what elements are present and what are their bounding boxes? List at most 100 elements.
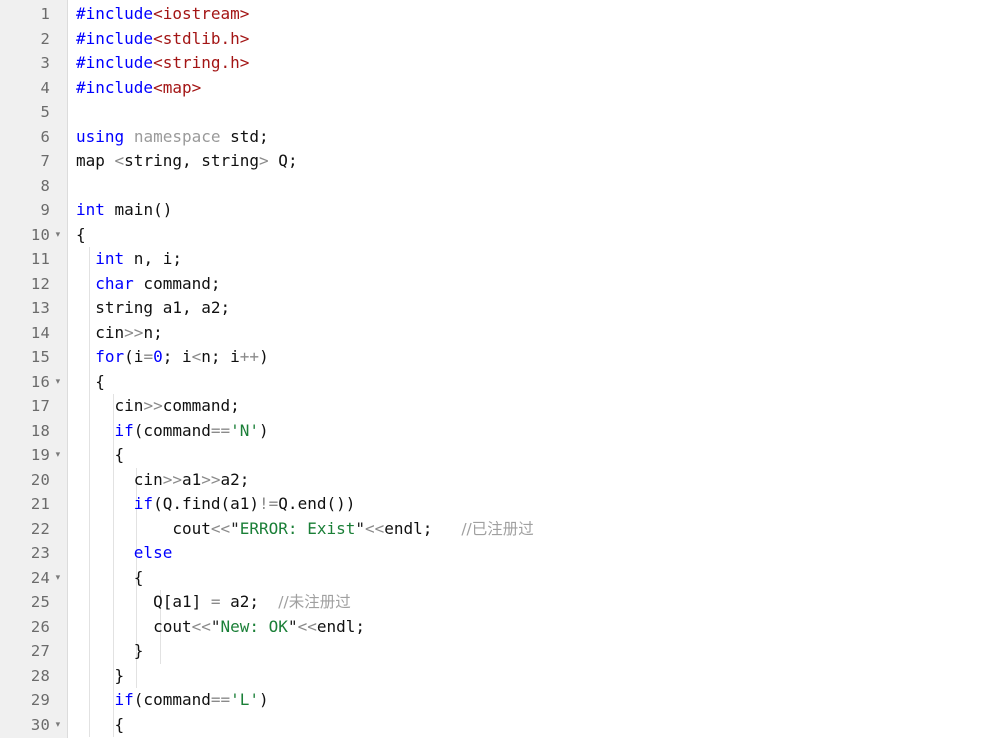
code-token-op: >> — [201, 469, 221, 489]
code-token-plain: string, string — [124, 151, 260, 170]
code-token-plain: (Q.find(a1) — [153, 494, 260, 513]
line-number[interactable]: 1 — [0, 2, 67, 27]
code-line[interactable]: string a1, a2; — [76, 296, 997, 321]
line-number[interactable]: 6 — [0, 125, 67, 150]
line-number[interactable]: 30 ▾ — [0, 713, 67, 738]
code-line[interactable]: else — [76, 541, 997, 566]
line-number-text: 24 — [30, 568, 50, 587]
line-number-text: 25 — [30, 593, 50, 611]
line-number[interactable]: 13 — [0, 296, 67, 321]
code-token-op: ++ — [239, 347, 260, 366]
code-token-plain: Q; — [268, 151, 298, 170]
code-token-plain: cin — [76, 322, 125, 342]
line-number[interactable]: 19 ▾ — [0, 443, 67, 468]
code-line[interactable]: if(command=='L') — [76, 688, 997, 713]
code-token-plain: cin — [76, 396, 144, 415]
line-number[interactable]: 27 — [0, 639, 67, 664]
fold-toggle-icon[interactable]: ▾ — [52, 566, 64, 591]
fold-toggle-icon[interactable]: ▾ — [52, 370, 64, 395]
code-line[interactable]: cin>>n; — [76, 321, 997, 346]
line-number[interactable]: 7 — [0, 149, 67, 174]
code-line[interactable]: int n, i; — [76, 247, 997, 272]
code-token-plain: Q.end()) — [278, 494, 356, 513]
line-number[interactable]: 28 — [0, 664, 67, 689]
line-number[interactable]: 11 — [0, 247, 67, 272]
code-line[interactable]: char command; — [76, 272, 997, 297]
line-number[interactable]: 29 — [0, 688, 67, 713]
code-line[interactable] — [76, 100, 997, 125]
code-token-plain: } — [76, 641, 144, 660]
line-number-text: 15 — [30, 348, 50, 366]
line-number[interactable]: 26 — [0, 615, 67, 640]
line-number[interactable]: 16 ▾ — [0, 370, 67, 395]
line-number[interactable]: 18 — [0, 419, 67, 444]
code-token-plain: n; i — [201, 347, 240, 366]
code-line[interactable]: cin>>command; — [76, 394, 997, 419]
code-line[interactable]: #include<stdlib.h> — [76, 27, 997, 52]
code-line[interactable]: if(command=='N') — [76, 419, 997, 444]
code-token-plain: command; — [133, 273, 221, 293]
line-number[interactable]: 12 — [0, 272, 67, 297]
code-line[interactable]: } — [76, 664, 997, 689]
line-number-text: 14 — [30, 323, 50, 342]
code-line[interactable]: } — [76, 639, 997, 664]
line-number[interactable]: 5 — [0, 100, 67, 125]
line-number[interactable]: 10 ▾ — [0, 223, 67, 248]
line-number[interactable]: 20 — [0, 468, 67, 493]
line-number[interactable]: 15 — [0, 345, 67, 370]
code-line[interactable]: { — [76, 370, 997, 395]
line-number[interactable]: 2 — [0, 27, 67, 52]
line-number[interactable]: 24 ▾ — [0, 566, 67, 591]
code-token-quote: " — [355, 518, 365, 538]
code-line[interactable]: { — [76, 566, 997, 591]
code-line[interactable]: #include<iostream> — [76, 2, 997, 27]
code-line[interactable]: if(Q.find(a1)!=Q.end()) — [76, 492, 997, 517]
line-number[interactable]: 17 — [0, 394, 67, 419]
code-token-num: 0 — [153, 347, 163, 366]
fold-toggle-icon[interactable]: ▾ — [52, 713, 64, 738]
code-line[interactable]: { — [76, 713, 997, 738]
code-line[interactable] — [76, 174, 997, 199]
line-number[interactable]: 8 — [0, 174, 67, 199]
code-line[interactable]: { — [76, 443, 997, 468]
code-line[interactable]: map <string, string> Q; — [76, 149, 997, 174]
code-line[interactable]: #include<map> — [76, 76, 997, 101]
code-line[interactable]: for(i=0; i<n; i++) — [76, 345, 997, 370]
code-line[interactable]: { — [76, 223, 997, 248]
code-token-op: >> — [162, 469, 182, 489]
code-line[interactable]: #include<string.h> — [76, 51, 997, 76]
fold-toggle-icon[interactable]: ▾ — [52, 223, 64, 248]
code-token-plain: cin — [76, 469, 163, 489]
code-token-plain: std; — [220, 126, 269, 146]
code-token-plain: (i — [124, 347, 144, 366]
code-token-kw: int — [95, 249, 125, 268]
line-number[interactable]: 14 — [0, 321, 67, 346]
code-line[interactable]: int main() — [76, 198, 997, 223]
code-line[interactable]: cout<<"New: OK"<<endl; — [76, 615, 997, 640]
code-line[interactable]: Q[a1] = a2; //未注册过 — [76, 590, 997, 615]
code-token-inc: #include — [76, 28, 154, 48]
code-token-kw: int — [76, 200, 105, 219]
line-number[interactable]: 4 — [0, 76, 67, 101]
code-line[interactable]: cout<<"ERROR: Exist"<<endl; //已注册过 — [76, 517, 997, 542]
line-number[interactable]: 23 — [0, 541, 67, 566]
line-number[interactable]: 9 — [0, 198, 67, 223]
code-token-plain: { — [76, 371, 105, 391]
code-line[interactable]: cin>>a1>>a2; — [76, 468, 997, 493]
line-number[interactable]: 3 — [0, 51, 67, 76]
code-token-plain: endl; — [384, 518, 462, 538]
line-number-text: 3 — [40, 54, 50, 72]
code-token-op: << — [365, 518, 385, 538]
line-number[interactable]: 21 — [0, 492, 67, 517]
code-content-area[interactable]: #include<iostream> #include<stdlib.h> #inc… — [68, 0, 997, 738]
line-number[interactable]: 22 — [0, 517, 67, 542]
line-number-text: 20 — [30, 470, 50, 489]
line-number-text: 5 — [40, 103, 50, 121]
code-line[interactable]: using namespace std; — [76, 125, 997, 150]
code-token-hdr: <string.h> — [153, 53, 250, 72]
fold-toggle-icon[interactable]: ▾ — [52, 443, 64, 468]
line-number[interactable]: 25 — [0, 590, 67, 615]
